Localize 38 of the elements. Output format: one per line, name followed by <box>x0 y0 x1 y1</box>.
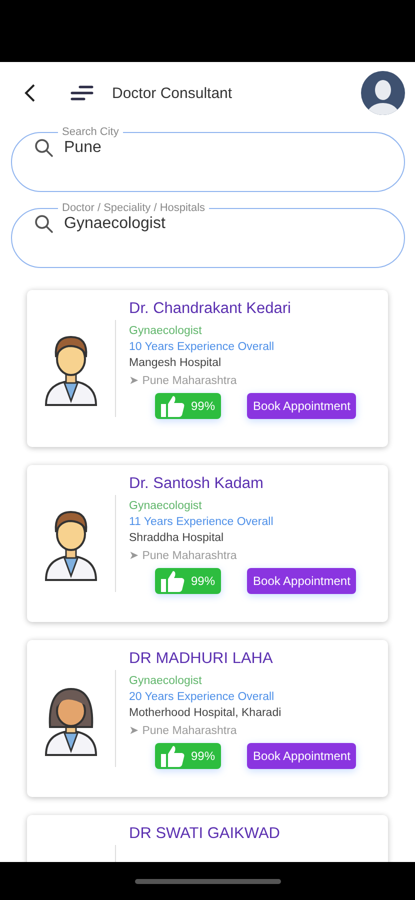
doctor-name[interactable]: Dr. Chandrakant Kedari <box>129 300 356 318</box>
thumbs-up-icon <box>161 745 185 767</box>
doctor-name[interactable]: Dr. Santosh Kadam <box>129 475 356 493</box>
field-value[interactable]: Gynaecologist <box>62 214 326 234</box>
home-indicator[interactable] <box>134 878 280 884</box>
book-appointment-button[interactable]: Book Appointment <box>247 393 356 419</box>
search-field[interactable]: Doctor / Speciality / Hospitals Gynaecologist <box>11 202 405 268</box>
avatar-icon[interactable] <box>361 71 405 115</box>
field-label: Search City <box>61 126 120 138</box>
experience-text: 11 Years Experience Overall <box>129 516 274 528</box>
rating-value: 99% <box>191 399 216 413</box>
doctor-speciality: Gynaecologist <box>129 500 203 512</box>
book-appointment-button[interactable]: Book Appointment <box>247 568 356 594</box>
experience-text: 20 Years Experience Overall <box>129 691 276 703</box>
doctor-speciality: Gynaecologist <box>129 675 203 687</box>
thumbs-up-icon <box>161 395 185 417</box>
rating-value: 99% <box>191 574 216 588</box>
field-label: Doctor / Speciality / Hospitals <box>61 202 206 214</box>
doctor-speciality: Gynaecologist <box>129 325 203 337</box>
search-icon <box>34 138 54 158</box>
search-field[interactable]: Search City Pune <box>11 126 405 192</box>
hospital-name: Mangesh Hospital <box>129 357 222 369</box>
page-title: Doctor Consultant <box>112 84 234 102</box>
location-text: ➤ Pune Maharashtra <box>129 549 238 562</box>
book-appointment-button[interactable]: Book Appointment <box>247 743 356 769</box>
location-text: ➤ Pune Maharashtra <box>129 374 238 387</box>
search-icon <box>34 214 54 234</box>
hospital-name: Motherhood Hospital, Kharadi <box>129 707 282 719</box>
menu-icon[interactable] <box>70 85 94 101</box>
location-text: ➤ Pune Maharashtra <box>129 724 238 737</box>
experience-text: 10 Years Experience Overall <box>129 341 276 353</box>
field-value[interactable]: Pune <box>62 138 326 158</box>
thumbs-up-icon <box>161 570 185 592</box>
doctor-name[interactable]: DR MADHURI LAHA <box>129 650 356 668</box>
rating-value: 99% <box>191 749 216 763</box>
back-icon[interactable] <box>24 83 36 103</box>
doctor-name[interactable]: DR SWATI GAIKWAD <box>129 825 280 843</box>
hospital-name: Shraddha Hospital <box>129 532 225 544</box>
